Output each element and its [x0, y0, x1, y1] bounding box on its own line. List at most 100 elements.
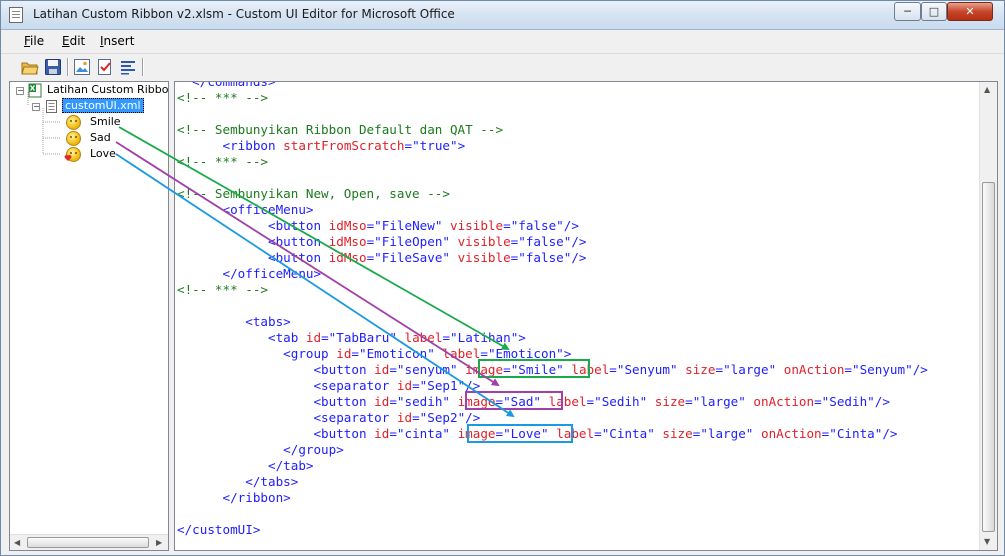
code-token: "false"	[518, 250, 572, 265]
code-token: visible	[457, 234, 511, 249]
menu-insert[interactable]: Insert	[100, 34, 134, 48]
code-token: idMso	[328, 218, 367, 233]
code-line: <!-- *** -->	[177, 154, 268, 170]
code-token: >	[457, 138, 466, 153]
code-token: startFromScratch	[283, 138, 405, 153]
code-token: >	[518, 330, 526, 345]
code-token: </officeMenu>	[177, 266, 322, 281]
minimize-button[interactable]: ─	[894, 2, 921, 21]
code-token: "false"	[510, 218, 564, 233]
code-token: <officeMenu>	[177, 202, 314, 217]
maximize-icon: □	[928, 5, 940, 18]
document-tree: − Latihan Custom Ribbon v − customUI.xml…	[9, 81, 169, 551]
code-token: "large"	[692, 394, 746, 409]
close-button[interactable]: ✕	[947, 2, 993, 21]
code-token: "true"	[412, 138, 458, 153]
code-token: id	[305, 330, 322, 345]
code-token: =	[389, 426, 397, 441]
code-token: <button	[177, 426, 375, 441]
toolbar-separator	[67, 58, 68, 76]
code-token: </customUI>	[177, 522, 261, 537]
code-line: <tabs>	[177, 314, 291, 330]
heart-icon	[64, 155, 72, 161]
code-token: =	[609, 362, 617, 377]
code-line: </tab>	[177, 458, 314, 474]
code-line: </group>	[177, 442, 344, 458]
editor-vertical-scrollbar[interactable]: ▲ ▼	[979, 82, 997, 550]
tree-item-customui-xml[interactable]: − customUI.xml	[14, 98, 164, 115]
code-token: size	[685, 362, 716, 377]
code-token: </tab>	[177, 458, 314, 473]
code-token: <button	[177, 218, 329, 233]
code-token: id	[374, 394, 390, 409]
tree-horizontal-scrollbar[interactable]: ◀ ▶	[10, 534, 168, 550]
code-area[interactable]: </commands> <!-- *** --> <!-- Sembunyikan …	[175, 82, 981, 550]
code-token: id	[396, 378, 413, 393]
app-window: Latihan Custom Ribbon v2.xlsm - Custom U…	[0, 0, 1005, 556]
code-token: =	[442, 330, 451, 345]
tree-item-sad[interactable]: Sad	[14, 131, 164, 147]
insert-icons-icon[interactable]	[73, 58, 91, 76]
code-token: />	[912, 362, 928, 377]
scroll-left-icon[interactable]: ◀	[14, 538, 20, 547]
scroll-thumb[interactable]	[27, 537, 149, 548]
tree-item-workbook[interactable]: − Latihan Custom Ribbon v	[14, 83, 168, 99]
highlight-image-smile	[478, 359, 590, 378]
code-token: visible	[450, 218, 504, 233]
code-token: "Sep1"	[419, 378, 466, 393]
scroll-thumb[interactable]	[982, 182, 995, 532]
code-line: <ribbon startFromScratch="true">	[177, 138, 465, 154]
code-line: <separator id="Sep1"/>	[177, 378, 480, 394]
scroll-down-icon[interactable]: ▼	[984, 537, 990, 546]
code-token: "Senyum"	[852, 362, 913, 377]
scroll-up-icon[interactable]: ▲	[984, 85, 990, 94]
scroll-right-icon[interactable]: ▶	[156, 538, 162, 547]
code-line: <!-- *** -->	[177, 90, 268, 106]
tree-item-smile[interactable]: Smile	[14, 115, 164, 131]
code-token: "Emoticon"	[359, 346, 435, 361]
code-token: =	[685, 394, 693, 409]
tree-item-love[interactable]: Love	[14, 147, 164, 163]
code-token: =	[404, 138, 413, 153]
code-token: =	[412, 378, 420, 393]
collapse-icon[interactable]: −	[32, 103, 40, 111]
generate-callbacks-icon[interactable]	[119, 58, 137, 76]
code-token: />	[571, 250, 587, 265]
code-line: </officeMenu>	[177, 266, 321, 282]
code-token: </group>	[177, 442, 344, 457]
validate-icon[interactable]	[96, 58, 114, 76]
code-line: </customUI>	[177, 522, 260, 538]
code-token: "Sedih"	[594, 394, 648, 409]
menu-file[interactable]: File	[24, 34, 44, 48]
code-token: "Cinta"	[601, 426, 655, 441]
xml-file-icon	[46, 100, 57, 113]
collapse-icon[interactable]: −	[16, 87, 24, 95]
code-line: <button idMso="FileNew" visible="false"/…	[177, 218, 579, 234]
code-token: idMso	[328, 234, 367, 249]
code-token: onAction	[753, 394, 815, 409]
open-folder-icon[interactable]	[21, 58, 39, 76]
code-token: />	[571, 234, 587, 249]
code-token: <!-- *** -->	[177, 90, 268, 105]
menu-edit[interactable]: Edit	[62, 34, 85, 48]
code-token: "Latihan"	[450, 330, 519, 345]
code-token: id	[396, 410, 413, 425]
save-icon[interactable]	[44, 58, 62, 76]
code-token: <button	[177, 394, 375, 409]
code-token: <ribbon	[177, 138, 284, 153]
code-token: "FileOpen"	[374, 234, 450, 249]
maximize-button[interactable]: □	[921, 2, 947, 21]
xml-editor[interactable]: </commands> <!-- *** --> <!-- Sembunyikan …	[174, 81, 998, 551]
code-line: </ribbon>	[177, 490, 290, 506]
code-token: "Cinta"	[829, 426, 883, 441]
code-token: id	[336, 346, 352, 361]
code-token: =	[594, 426, 602, 441]
code-token: <tabs>	[177, 314, 291, 329]
code-token: <button	[177, 234, 329, 249]
